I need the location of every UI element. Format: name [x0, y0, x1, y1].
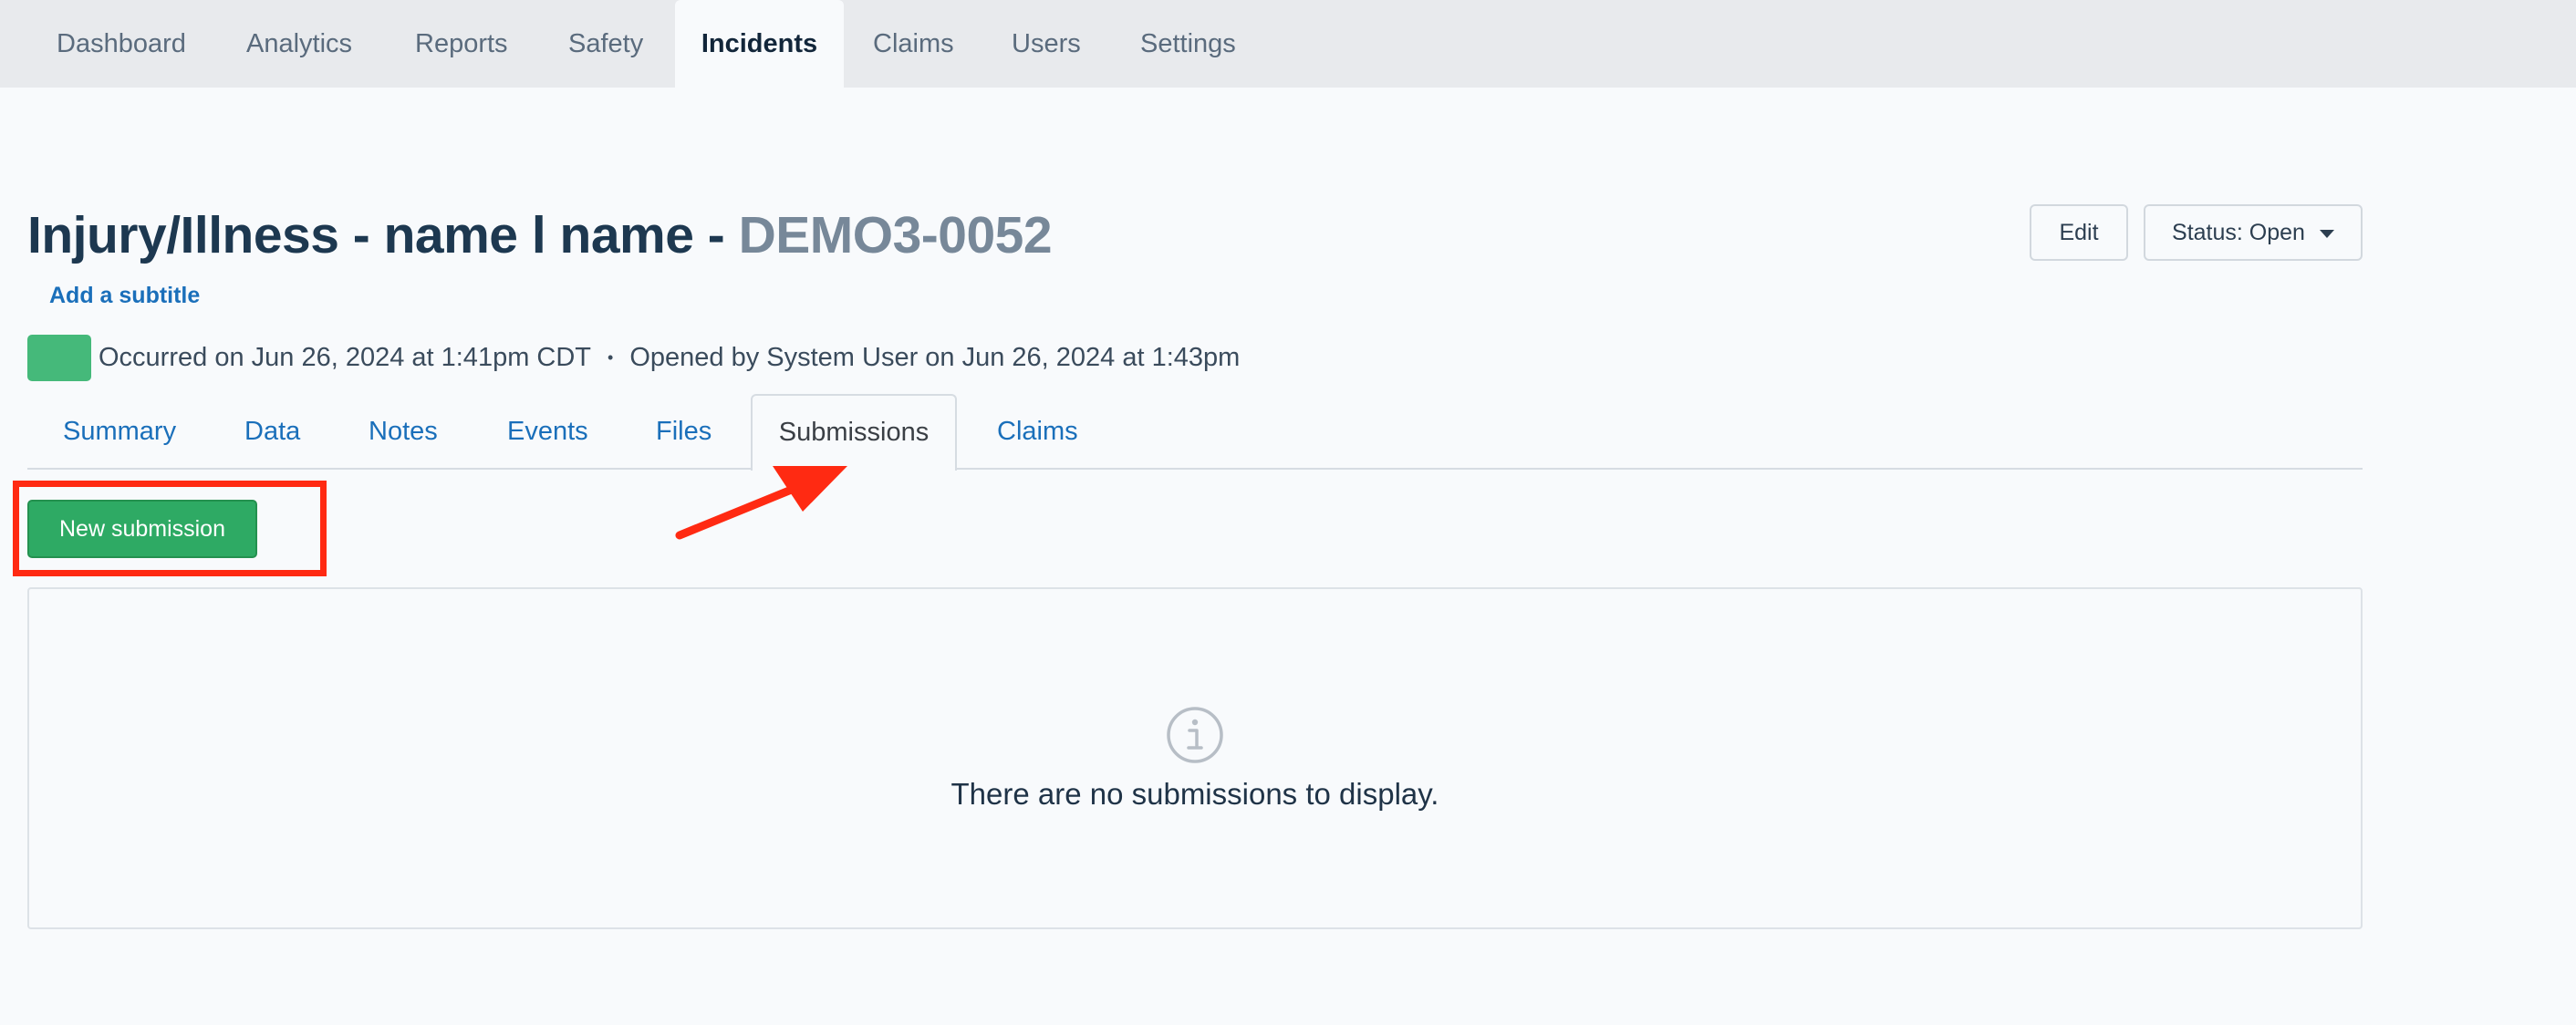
occurred-text: Occurred on Jun 26, 2024 at 1:41pm CDT: [99, 342, 592, 372]
edit-button-label: Edit: [2059, 219, 2099, 245]
submissions-panel: There are no submissions to display.: [27, 587, 2363, 929]
tab-notes[interactable]: Notes: [369, 394, 438, 469]
empty-state-message: There are no submissions to display.: [950, 777, 1439, 811]
top-navigation: Dashboard Analytics Reports Safety Incid…: [0, 0, 2576, 88]
tab-events[interactable]: Events: [507, 394, 588, 469]
tab-summary[interactable]: Summary: [63, 394, 176, 469]
status-dropdown[interactable]: Status: Open: [2144, 204, 2363, 261]
caret-down-icon: [2319, 229, 2334, 238]
arrow-shaft: [675, 484, 798, 540]
nav-item-incidents[interactable]: Incidents: [675, 0, 844, 88]
nav-item-safety[interactable]: Safety: [568, 0, 643, 88]
nav-item-reports[interactable]: Reports: [415, 0, 508, 88]
annotation-arrow-icon: [675, 466, 847, 540]
meta-separator: •: [608, 347, 614, 367]
info-circle-icon: [1167, 707, 1223, 763]
nav-item-dashboard[interactable]: Dashboard: [57, 0, 186, 88]
record-id: DEMO3-0052: [738, 206, 1053, 264]
status-label: Status: Open: [2172, 219, 2305, 245]
opened-text: Opened by System User on Jun 26, 2024 at…: [629, 342, 1241, 372]
edit-button[interactable]: Edit: [2030, 204, 2128, 261]
nav-item-settings[interactable]: Settings: [1140, 0, 1236, 88]
severity-badge: [27, 334, 91, 381]
nav-item-users[interactable]: Users: [1012, 0, 1081, 88]
nav-item-analytics[interactable]: Analytics: [246, 0, 352, 88]
incident-title: Injury/Illness - name l name -: [27, 206, 739, 264]
annotation-highlight-box: [13, 481, 327, 576]
add-subtitle-link[interactable]: Add a subtitle: [49, 283, 200, 309]
tab-data[interactable]: Data: [244, 394, 300, 469]
tab-claims[interactable]: Claims: [997, 394, 1078, 469]
incident-meta: Occurred on Jun 26, 2024 at 1:41pm CDT •…: [27, 334, 1240, 381]
page-title: Injury/Illness - name l name - DEMO3-005…: [27, 199, 1053, 272]
nav-item-claims[interactable]: Claims: [873, 0, 954, 88]
